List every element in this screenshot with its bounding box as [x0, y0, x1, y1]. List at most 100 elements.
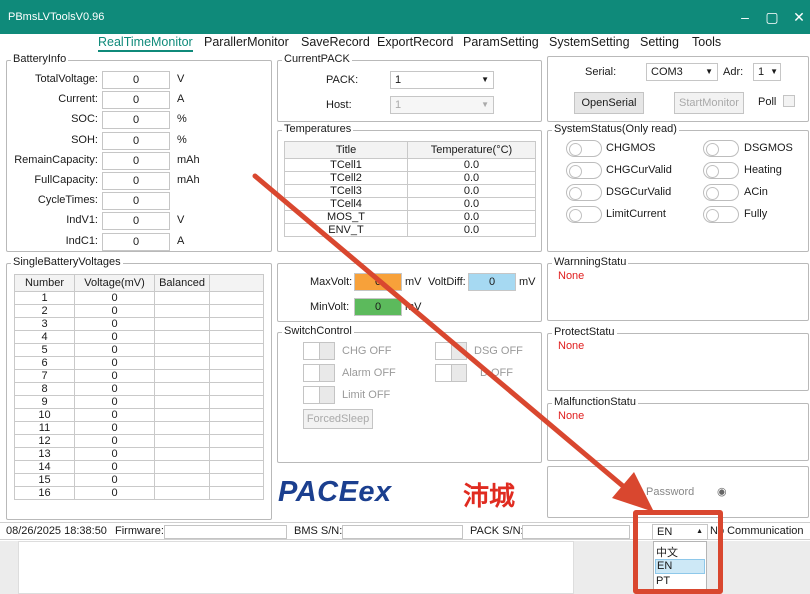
adr-label: Adr: — [723, 66, 744, 78]
warning-status-group: WarnningStatu None — [547, 256, 809, 321]
status-indicator-icon — [703, 162, 739, 179]
cell-voltage: 0 — [74, 369, 155, 383]
current-pack-title: CurrentPACK — [282, 53, 352, 65]
pack-select[interactable]: 1 ▼ — [390, 71, 494, 89]
close-button[interactable]: ✕ — [784, 6, 810, 28]
temp-cell-title: MOS_T — [284, 210, 408, 224]
chevron-up-icon: ▲ — [696, 528, 703, 535]
menu-export-record[interactable]: ExportRecord — [377, 35, 453, 49]
battery-info-value: 0 — [102, 91, 170, 110]
battery-info-unit: mAh — [177, 153, 200, 166]
battery-info-unit: V — [177, 73, 185, 85]
system-status-left-label: LimitCurrent — [606, 208, 666, 220]
menu-param-setting[interactable]: ParamSetting — [463, 35, 539, 49]
minimize-button[interactable]: – — [730, 6, 760, 28]
cell-extra — [209, 434, 264, 448]
bms-sn-label: BMS S/N: — [294, 525, 343, 537]
open-serial-button[interactable]: OpenSerial — [574, 92, 644, 114]
eye-icon[interactable]: ◉ — [717, 485, 727, 498]
cell-voltage: 0 — [74, 408, 155, 422]
battery-info-value: 0 — [102, 71, 170, 89]
d-toggle[interactable] — [435, 364, 467, 382]
cell-extra — [209, 421, 264, 435]
status-indicator-icon — [703, 140, 739, 157]
poll-checkbox[interactable] — [783, 95, 795, 107]
pack-sn-field — [522, 525, 630, 539]
language-select[interactable]: EN ▲ — [652, 524, 708, 540]
cell-number: 10 — [14, 408, 75, 422]
cell-voltage: 0 — [74, 304, 155, 318]
status-indicator-icon — [566, 140, 602, 157]
system-status-title: SystemStatus(Only read) — [552, 123, 679, 135]
menu-save-record[interactable]: SaveRecord — [301, 35, 370, 49]
cell-balanced — [154, 421, 210, 435]
menu-paraller-monitor[interactable]: ParallerMonitor — [204, 35, 289, 49]
battery-info-unit: mAh — [177, 174, 200, 186]
battery-info-value: 0 — [102, 212, 170, 231]
protect-status-title: ProtectStatu — [552, 326, 617, 338]
battery-info-label: IndV1: — [66, 214, 98, 227]
language-option-en[interactable]: EN — [655, 559, 705, 574]
battery-info-label: FullCapacity: — [34, 174, 98, 186]
temperature-table: Title Temperature(°C) TCell1 0.0 TCell2 … — [284, 141, 536, 237]
logo-brand: PACEex — [278, 476, 392, 508]
menu-realtime-monitor[interactable]: RealTimeMonitor — [98, 35, 193, 52]
dsg-toggle[interactable] — [435, 342, 467, 360]
cell-number: 5 — [14, 343, 75, 357]
host-label: Host: — [326, 99, 352, 111]
cell-balanced — [154, 434, 210, 448]
password-input[interactable]: Password — [646, 486, 694, 498]
table-row: 9 0 — [14, 395, 264, 409]
system-status-right-label: DSGMOS — [744, 142, 793, 154]
cell-balanced — [154, 356, 210, 370]
cell-extra — [209, 460, 264, 474]
temp-header-temperature: Temperature(°C) — [407, 141, 536, 159]
adr-select[interactable]: 1 ▼ — [753, 63, 781, 81]
cell-balanced — [154, 291, 210, 305]
start-monitor-button[interactable]: StartMonitor — [674, 92, 744, 114]
pack-sn-label: PACK S/N: — [470, 525, 524, 537]
volt-diff-unit: mV — [519, 276, 536, 288]
cell-extra — [209, 356, 264, 370]
status-indicator-icon — [703, 206, 739, 223]
chevron-down-icon: ▼ — [705, 67, 713, 76]
cell-number: 16 — [14, 486, 75, 500]
single-voltages-group: SingleBatteryVoltages Number Voltage(mV)… — [6, 256, 272, 520]
poll-label: Poll — [758, 96, 777, 108]
maximize-button[interactable]: ▢ — [757, 6, 787, 28]
menu-setting[interactable]: Setting — [640, 35, 679, 49]
cell-voltage: 0 — [74, 291, 155, 305]
logo-chinese: 沛城 — [463, 481, 516, 511]
language-option-zh[interactable]: 中文 — [656, 544, 704, 559]
system-status-left-label: CHGCurValid — [606, 164, 672, 176]
table-row: 5 0 — [14, 343, 264, 357]
single-voltages-title: SingleBatteryVoltages — [11, 256, 123, 268]
cell-voltage-table: Number Voltage(mV) Balanced 1 0 2 0 3 0 … — [14, 274, 264, 500]
alarm-toggle[interactable] — [303, 364, 335, 382]
system-status-right-label: ACin — [744, 186, 768, 198]
battery-info-label: RemainCapacity: — [14, 153, 98, 166]
cell-extra — [209, 486, 264, 500]
serial-port-select[interactable]: COM3 ▼ — [646, 63, 718, 81]
temp-row: TCell1 0.0 — [284, 158, 536, 172]
status-indicator-icon — [566, 206, 602, 223]
malfunction-status-group: MalfunctionStatu None — [547, 396, 809, 461]
battery-info-label: CycleTimes: — [37, 194, 98, 207]
language-option-pt[interactable]: PT — [656, 575, 704, 589]
chg-toggle[interactable] — [303, 342, 335, 360]
limit-toggle[interactable] — [303, 386, 335, 404]
cell-number: 9 — [14, 395, 75, 409]
forced-sleep-button[interactable]: ForcedSleep — [303, 409, 373, 429]
battery-info-value: 0 — [102, 151, 170, 170]
menu-system-setting[interactable]: SystemSetting — [549, 35, 630, 49]
temperatures-title: Temperatures — [282, 123, 354, 135]
firmware-field — [164, 525, 287, 539]
host-select[interactable]: 1 ▼ — [390, 96, 494, 114]
dsg-toggle-label: DSG OFF — [474, 345, 523, 357]
max-volt-value: 0 — [354, 273, 402, 291]
menu-tools[interactable]: Tools — [692, 35, 721, 49]
chevron-down-icon: ▼ — [481, 100, 489, 109]
temp-cell-value: 0.0 — [407, 184, 536, 198]
cell-number: 7 — [14, 369, 75, 383]
cell-extra — [209, 343, 264, 357]
